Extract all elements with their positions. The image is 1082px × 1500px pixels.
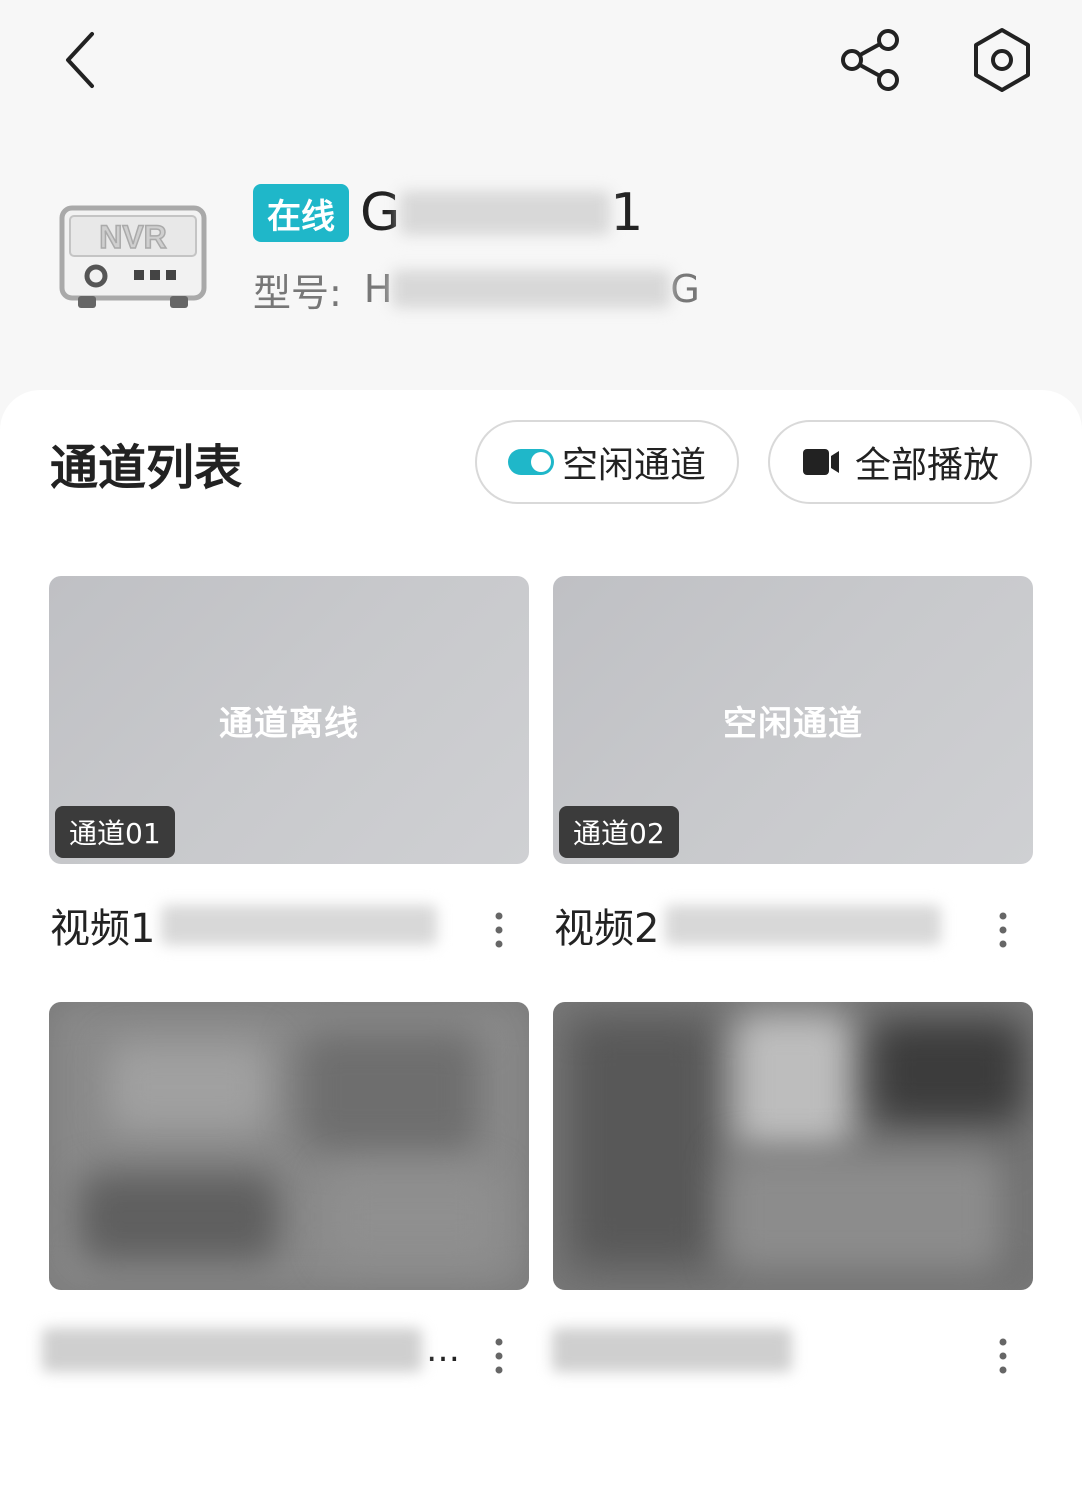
idle-channels-toggle-button[interactable]: 空闲通道 xyxy=(475,420,739,504)
nvr-device-icon: NVR xyxy=(58,200,208,312)
online-status-badge: 在线 xyxy=(253,184,349,242)
channel-tag: 通道01 xyxy=(55,806,175,858)
channel-name: 视频1 xyxy=(50,906,156,952)
redacted-channel-name xyxy=(552,1328,792,1372)
redacted-model-id xyxy=(392,270,671,308)
channel-tile-video-preview[interactable] xyxy=(49,1002,529,1290)
device-detail-page: NVR 在线 G 1 型号: H G 通道列表 空闲通道 全部播放 通道离线 通… xyxy=(0,0,1082,1500)
device-name: G 1 xyxy=(360,180,643,246)
svg-text:NVR: NVR xyxy=(99,219,167,255)
hexagon-gear-icon xyxy=(974,28,1030,92)
channel-idle-text: 空闲通道 xyxy=(723,704,863,744)
settings-button[interactable] xyxy=(962,20,1042,100)
channel-name: 视频2 xyxy=(554,906,660,952)
more-vertical-icon xyxy=(495,912,503,948)
model-suffix: G xyxy=(670,267,700,311)
device-name-suffix: 1 xyxy=(610,183,644,243)
video-camera-icon xyxy=(801,445,841,479)
share-button[interactable] xyxy=(828,20,912,100)
more-options-button[interactable] xyxy=(479,900,519,960)
share-icon xyxy=(841,29,899,91)
more-options-button[interactable] xyxy=(983,1326,1023,1386)
channel-caption xyxy=(552,1320,792,1380)
channel-tag: 通道02 xyxy=(559,806,679,858)
idle-channels-label: 空闲通道 xyxy=(561,445,706,486)
device-name-prefix: G xyxy=(360,183,401,243)
redacted-channel-suffix xyxy=(665,905,942,945)
more-options-button[interactable] xyxy=(983,900,1023,960)
more-vertical-icon xyxy=(495,1338,503,1374)
redacted-device-id xyxy=(400,191,611,235)
channel-tile-01[interactable]: 通道离线 通道01 xyxy=(49,576,529,864)
device-model: 型号: H G xyxy=(253,262,700,316)
back-arrow-icon xyxy=(66,32,94,88)
redacted-channel-suffix xyxy=(161,905,438,945)
play-all-button[interactable]: 全部播放 xyxy=(768,420,1032,504)
channel-caption: … xyxy=(42,1320,460,1380)
play-all-label: 全部播放 xyxy=(854,445,999,486)
more-options-button[interactable] xyxy=(479,1326,519,1386)
channel-tile-video-preview[interactable] xyxy=(553,1002,1033,1290)
channel-tile-02[interactable]: 空闲通道 通道02 xyxy=(553,576,1033,864)
channel-list-card: 通道列表 空闲通道 全部播放 通道离线 通道01 视频1 空闲通道 通道02 视… xyxy=(0,390,1082,1500)
toggle-switch-icon[interactable] xyxy=(507,449,554,475)
more-vertical-icon xyxy=(999,912,1007,948)
caption-ellipsis: … xyxy=(426,1330,460,1370)
more-vertical-icon xyxy=(999,1338,1007,1374)
back-button[interactable] xyxy=(40,20,120,100)
model-prefix: H xyxy=(363,267,393,311)
channel-list-title: 通道列表 xyxy=(50,440,243,496)
channel-offline-text: 通道离线 xyxy=(219,704,359,744)
channel-caption: 视频1 xyxy=(50,895,438,955)
channel-caption: 视频2 xyxy=(554,895,942,955)
redacted-channel-name xyxy=(42,1328,422,1372)
model-label: 型号: xyxy=(253,270,342,315)
